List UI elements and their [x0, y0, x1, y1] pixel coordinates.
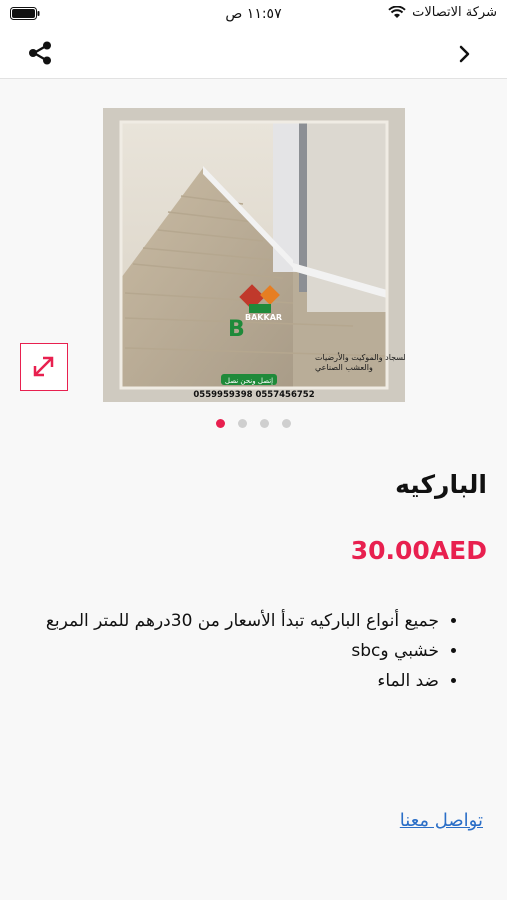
product-description: جميع أنواع الباركيه تبدأ الأسعار من 30در… [27, 606, 467, 696]
gallery-dot-2[interactable] [238, 419, 247, 428]
share-icon[interactable] [26, 39, 54, 67]
logo-phones: 0559959398 0557456752 [193, 390, 314, 400]
description-item: ضد الماء [27, 666, 439, 696]
nav-bar [0, 30, 507, 79]
logo-line2: والعشب الصناعي [315, 363, 373, 372]
product-price: 30.00AED [350, 536, 487, 565]
product-title: الباركيه [395, 470, 487, 499]
description-item: خشبي وsbc [27, 636, 439, 666]
expand-image-button[interactable] [20, 343, 68, 391]
parquet-room-photo: B BAKKAR السجاد والموكيت والأرضيات والعش… [103, 108, 405, 402]
chevron-right-icon[interactable] [455, 42, 475, 66]
logo-brand-text: BAKKAR [245, 313, 282, 322]
gallery-dot-4[interactable] [282, 419, 291, 428]
logo-call-badge: إتصل ونحن نصل [225, 377, 273, 385]
wifi-icon [388, 6, 406, 18]
gallery-pagination [0, 419, 507, 433]
status-bar: ١١:٥٧ ص شركة الاتصالات [0, 0, 507, 30]
status-right: شركة الاتصالات [388, 5, 497, 20]
description-item: جميع أنواع الباركيه تبدأ الأسعار من 30در… [27, 606, 439, 636]
carrier-name: شركة الاتصالات [412, 5, 497, 20]
contact-us-link[interactable]: تواصل معنا [400, 810, 483, 831]
logo-line1: السجاد والموكيت والأرضيات [315, 352, 405, 362]
product-image[interactable]: B BAKKAR السجاد والموكيت والأرضيات والعش… [103, 108, 405, 402]
gallery-dot-3[interactable] [260, 419, 269, 428]
expand-arrows-icon [33, 356, 54, 377]
svg-text:B: B [228, 317, 245, 342]
gallery-dot-1[interactable] [216, 419, 225, 428]
